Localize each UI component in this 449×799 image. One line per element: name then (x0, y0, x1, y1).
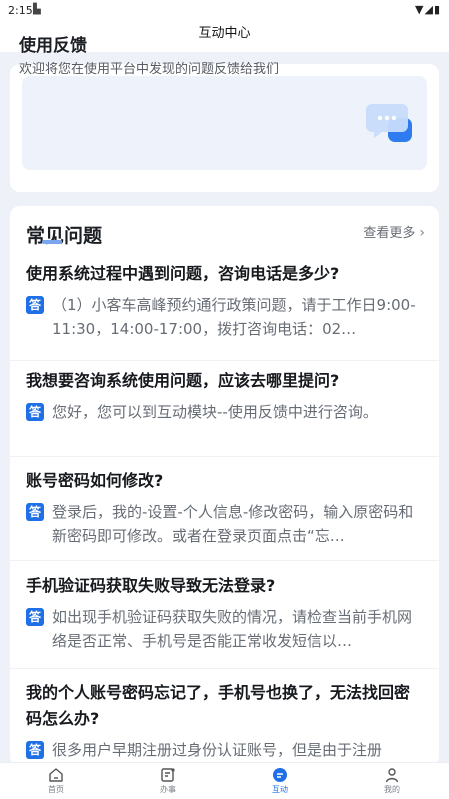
divider (10, 360, 439, 361)
faq-question: 我的个人账号密码忘记了，手机号也换了，无法找回密码怎么办? (26, 683, 411, 728)
faq-answer-text: （1）小客车高峰预约通行政策问题，请于工作日9:00-11:30，14:00-1… (52, 296, 416, 338)
faq-answer-text: 很多用户早期注册过身份认证账号，但是由于注册 (52, 741, 383, 759)
feedback-title: 使用反馈 (19, 36, 87, 56)
view-more-label: 查看更多 (363, 226, 416, 241)
status-indicators: ▼◢▮ (415, 3, 441, 16)
nav-label: 办事 (160, 785, 176, 794)
faq-question: 账号密码如何修改? (26, 471, 164, 490)
divider (10, 668, 439, 669)
faq-answer: 答 如出现手机验证码获取失败的情况，请检查当前手机网络是否正常、手机号是否能正常… (26, 605, 424, 653)
faq-answer-text: 登录后，我的-设置-个人信息-修改密码，输入原密码和新密码即可修改。或者在登录页… (52, 503, 414, 545)
battery-icon: ▮ (433, 3, 441, 16)
answer-badge: 答 (26, 741, 44, 759)
nav-item-home[interactable]: 首页 (26, 765, 86, 795)
faq-answer-text: 您好，您可以到互动模块--使用反馈中进行咨询。 (52, 403, 378, 421)
faq-question: 我想要咨询系统使用问题，应该去哪里提问? (26, 371, 340, 390)
chevron-right-icon: › (419, 225, 425, 241)
divider (10, 560, 439, 561)
user-icon (385, 768, 399, 783)
status-time: 2:15 (8, 4, 33, 17)
answer-badge: 答 (26, 296, 44, 314)
answer-badge: 答 (26, 503, 44, 521)
faq-title-underline (42, 240, 62, 244)
faq-answer: 答 您好，您可以到互动模块--使用反馈中进行咨询。 (26, 400, 424, 424)
faq-answer: 答 登录后，我的-设置-个人信息-修改密码，输入原密码和新密码即可修改。或者在登… (26, 500, 424, 548)
sim-card-icon: ▙ (33, 4, 41, 15)
faq-item[interactable]: 使用系统过程中遇到问题，咨询电话是多少? 答 （1）小客车高峰预约通行政策问题，… (26, 261, 424, 341)
faq-question: 手机验证码获取失败导致无法登录? (26, 576, 276, 595)
message-icon (273, 768, 287, 782)
nav-item-tasks[interactable]: 办事 (138, 765, 198, 795)
faq-title: 常见问题 (26, 225, 103, 247)
nav-item-interact[interactable]: 互动 (250, 765, 310, 795)
faq-item[interactable]: 我想要咨询系统使用问题，应该去哪里提问? 答 您好，您可以到互动模块--使用反馈… (26, 368, 424, 424)
nav-label: 首页 (48, 785, 64, 794)
nav-item-profile[interactable]: 我的 (362, 765, 422, 795)
faq-item[interactable]: 手机验证码获取失败导致无法登录? 答 如出现手机验证码获取失败的情况，请检查当前… (26, 573, 424, 653)
faq-answer-text: 如出现手机验证码获取失败的情况，请检查当前手机网络是否正常、手机号是否能正常收发… (52, 608, 413, 650)
answer-badge: 答 (26, 403, 44, 421)
page-title: 互动中心 (198, 26, 251, 41)
faq-card: 常见问题 查看更多 › 使用系统过程中遇到问题，咨询电话是多少? 答 （1）小客车… (10, 206, 439, 766)
nav-label: 互动 (272, 785, 288, 794)
tasks-icon (161, 768, 175, 782)
nav-label: 我的 (384, 785, 400, 794)
signal-icon: ◢ (424, 3, 434, 16)
bottom-nav: 首页 办事 互动 我的 (0, 762, 449, 799)
view-more-link[interactable]: 查看更多 › (363, 222, 425, 241)
faq-item[interactable]: 账号密码如何修改? 答 登录后，我的-设置-个人信息-修改密码，输入原密码和新密… (26, 468, 424, 548)
faq-question: 使用系统过程中遇到问题，咨询电话是多少? (26, 264, 340, 283)
faq-answer: 答 很多用户早期注册过身份认证账号，但是由于注册 (26, 738, 424, 762)
home-icon (49, 768, 63, 782)
faq-answer: 答 （1）小客车高峰预约通行政策问题，请于工作日9:00-11:30，14:00… (26, 293, 424, 341)
answer-badge: 答 (26, 608, 44, 626)
status-bar: 2:15 ▙ ▼◢▮ (0, 0, 449, 22)
faq-item[interactable]: 我的个人账号密码忘记了，手机号也换了，无法找回密码怎么办? 答 很多用户早期注册… (26, 680, 424, 762)
feedback-description: 欢迎将您在使用平台中发现的问题反馈给我们 (19, 62, 280, 77)
chat-bubble-icon (366, 104, 412, 142)
divider (10, 456, 439, 457)
